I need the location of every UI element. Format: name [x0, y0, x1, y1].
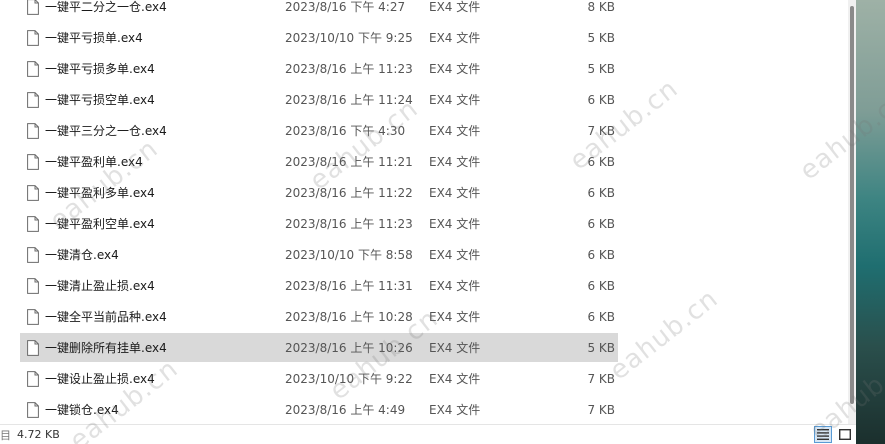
file-icon	[27, 277, 39, 294]
file-date-modified: 2023/8/16 上午 10:26	[285, 341, 413, 355]
file-row[interactable]: 一键平亏损空单.ex4 2023/8/16 上午 11:24 EX4 文件 6 KB	[20, 85, 618, 114]
file-row[interactable]: 一键删除所有挂单.ex4 2023/8/16 上午 10:26 EX4 文件 5 KB	[20, 333, 618, 362]
file-type: EX4 文件	[429, 62, 481, 76]
file-type: EX4 文件	[429, 372, 481, 386]
file-date-modified: 2023/8/16 上午 11:24	[285, 93, 413, 107]
file-size: 7 KB	[587, 371, 615, 386]
file-name: 一键清止盈止损.ex4	[45, 279, 155, 293]
file-size: 6 KB	[587, 309, 615, 324]
file-type: EX4 文件	[429, 124, 481, 138]
file-row[interactable]: 一键锁仓.ex4 2023/8/16 上午 4:49 EX4 文件 7 KB	[20, 395, 618, 424]
file-date-modified: 2023/8/16 上午 11:21	[285, 155, 413, 169]
file-date-modified: 2023/10/10 下午 9:22	[285, 372, 413, 386]
file-name: 一键平亏损多单.ex4	[45, 62, 155, 76]
details-view-button[interactable]	[814, 426, 832, 443]
file-row[interactable]: 一键全平当前品种.ex4 2023/8/16 上午 10:28 EX4 文件 6 KB	[20, 302, 618, 331]
file-icon	[27, 370, 39, 387]
file-size: 6 KB	[587, 92, 615, 107]
file-icon	[27, 339, 39, 356]
file-icon	[27, 91, 39, 108]
file-row[interactable]: 一键设止盈止损.ex4 2023/10/10 下午 9:22 EX4 文件 7 KB	[20, 364, 618, 393]
file-date-modified: 2023/10/10 下午 8:58	[285, 248, 413, 262]
file-name: 一键平盈利空单.ex4	[45, 217, 155, 231]
file-type: EX4 文件	[429, 93, 481, 107]
file-row[interactable]: 一键平三分之一仓.ex4 2023/8/16 下午 4:30 EX4 文件 7 KB	[20, 116, 618, 145]
file-size: 5 KB	[587, 61, 615, 76]
file-row[interactable]: 一键平盈利单.ex4 2023/8/16 上午 11:21 EX4 文件 6 KB	[20, 147, 618, 176]
vertical-scrollbar[interactable]	[848, 0, 856, 424]
file-date-modified: 2023/8/16 上午 11:31	[285, 279, 413, 293]
file-icon	[27, 60, 39, 77]
file-row[interactable]: 一键清止盈止损.ex4 2023/8/16 上午 11:31 EX4 文件 6 KB	[20, 271, 618, 300]
file-name: 一键平盈利单.ex4	[45, 155, 143, 169]
file-type: EX4 文件	[429, 341, 481, 355]
file-type: EX4 文件	[429, 217, 481, 231]
large-icons-view-button[interactable]	[836, 426, 854, 443]
file-date-modified: 2023/10/10 下午 9:25	[285, 31, 413, 45]
file-size: 5 KB	[587, 340, 615, 355]
file-icon	[27, 308, 39, 325]
file-icon	[27, 184, 39, 201]
file-type: EX4 文件	[429, 0, 481, 14]
file-type: EX4 文件	[429, 279, 481, 293]
file-date-modified: 2023/8/16 上午 11:23	[285, 217, 413, 231]
file-list-pane: 一键平二分之一仓.ex4 2023/8/16 下午 4:27 EX4 文件 8 KB 一…	[0, 0, 848, 424]
file-row[interactable]: 一键平亏损多单.ex4 2023/8/16 上午 11:23 EX4 文件 5 KB	[20, 54, 618, 83]
file-name: 一键设止盈止损.ex4	[45, 372, 155, 386]
file-name: 一键平二分之一仓.ex4	[45, 0, 167, 14]
file-icon	[27, 29, 39, 46]
file-name: 一键平亏损单.ex4	[45, 31, 143, 45]
file-date-modified: 2023/8/16 下午 4:27	[285, 0, 406, 14]
file-name: 一键删除所有挂单.ex4	[45, 341, 167, 355]
file-size: 6 KB	[587, 154, 615, 169]
status-bar: 目 4.72 KB	[0, 424, 856, 444]
file-name: 一键平三分之一仓.ex4	[45, 124, 167, 138]
file-type: EX4 文件	[429, 403, 481, 417]
file-row[interactable]: 一键清仓.ex4 2023/10/10 下午 8:58 EX4 文件 6 KB	[20, 240, 618, 269]
file-size: 6 KB	[587, 216, 615, 231]
file-size: 5 KB	[587, 30, 615, 45]
file-date-modified: 2023/8/16 上午 11:23	[285, 62, 413, 76]
file-type: EX4 文件	[429, 186, 481, 200]
file-size: 8 KB	[587, 0, 615, 14]
file-date-modified: 2023/8/16 上午 10:28	[285, 310, 413, 324]
file-row[interactable]: 一键平盈利多单.ex4 2023/8/16 上午 11:22 EX4 文件 6 KB	[20, 178, 618, 207]
file-row[interactable]: 一键平亏损单.ex4 2023/10/10 下午 9:25 EX4 文件 5 KB	[20, 23, 618, 52]
file-name: 一键平亏损空单.ex4	[45, 93, 155, 107]
file-icon	[27, 246, 39, 263]
selection-size: 4.72 KB	[17, 428, 60, 441]
file-row[interactable]: 一键平盈利空单.ex4 2023/8/16 上午 11:23 EX4 文件 6 KB	[20, 209, 618, 238]
file-name: 一键清仓.ex4	[45, 248, 119, 262]
file-icon	[27, 215, 39, 232]
file-size: 6 KB	[587, 278, 615, 293]
file-type: EX4 文件	[429, 310, 481, 324]
file-type: EX4 文件	[429, 31, 481, 45]
file-size: 6 KB	[587, 185, 615, 200]
view-switcher	[814, 426, 854, 443]
file-type: EX4 文件	[429, 248, 481, 262]
file-name: 一键平盈利多单.ex4	[45, 186, 155, 200]
desktop-background	[856, 0, 885, 444]
file-type: EX4 文件	[429, 155, 481, 169]
file-size: 7 KB	[587, 123, 615, 138]
file-icon	[27, 153, 39, 170]
details-view-icon	[817, 429, 829, 440]
file-name: 一键锁仓.ex4	[45, 403, 119, 417]
file-date-modified: 2023/8/16 上午 4:49	[285, 403, 406, 417]
file-row[interactable]: 一键平二分之一仓.ex4 2023/8/16 下午 4:27 EX4 文件 8 KB	[20, 0, 618, 21]
file-size: 7 KB	[587, 402, 615, 417]
file-icon	[27, 122, 39, 139]
large-icons-view-icon	[839, 429, 851, 440]
file-size: 6 KB	[587, 247, 615, 262]
scrollbar-thumb[interactable]	[850, 6, 854, 404]
file-date-modified: 2023/8/16 下午 4:30	[285, 124, 406, 138]
file-icon	[27, 0, 39, 15]
file-icon	[27, 401, 39, 418]
file-name: 一键全平当前品种.ex4	[45, 310, 167, 324]
file-date-modified: 2023/8/16 上午 11:22	[285, 186, 413, 200]
status-separator: 目	[0, 428, 11, 442]
